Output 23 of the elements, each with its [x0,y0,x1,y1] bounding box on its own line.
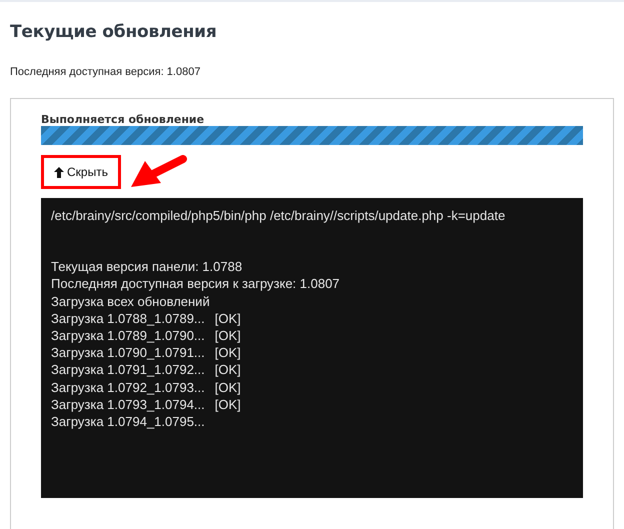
console-line: Загрузка 1.0792_1.0793... [51,378,205,396]
hide-button[interactable]: Скрыть [41,155,121,189]
console-command: /etc/brainy/src/compiled/php5/bin/php /etc/brainy//scripts/update.php -k=update [51,207,506,224]
console-line: Загрузка 1.0790_1.0791... [51,344,205,362]
pointer-arrow-drawing [128,155,187,189]
progress-label: Выполняется обновление [41,113,206,126]
console-line: Загрузка 1.0793_1.0794... [51,396,205,414]
console-line: Загрузка 1.0788_1.0789... [51,310,205,328]
console-status: [OK] [214,310,241,328]
console-status: [OK] [214,396,241,414]
console-line: Текущая версия панели: 1.0788 [51,258,242,276]
console-status: [OK] [214,327,241,344]
console-line: Загрузка 1.0789_1.0790... [51,327,205,344]
console-line: Загрузка 1.0794_1.0795... [51,413,205,430]
console-status: [OK] [214,378,241,396]
console-line: Загрузка всех обновлений [51,292,210,310]
page-title: Текущие обновления [10,22,218,42]
arrow-up-icon [54,166,64,178]
latest-version-text: Последняя доступная версия: 1.0807 [10,66,202,78]
console-status: [OK] [214,361,241,379]
console-line: Загрузка 1.0791_1.0792... [51,361,205,379]
console-status: [OK] [214,344,241,362]
console-line: Последняя доступная версия к загрузке: 1.0807 [51,275,340,293]
